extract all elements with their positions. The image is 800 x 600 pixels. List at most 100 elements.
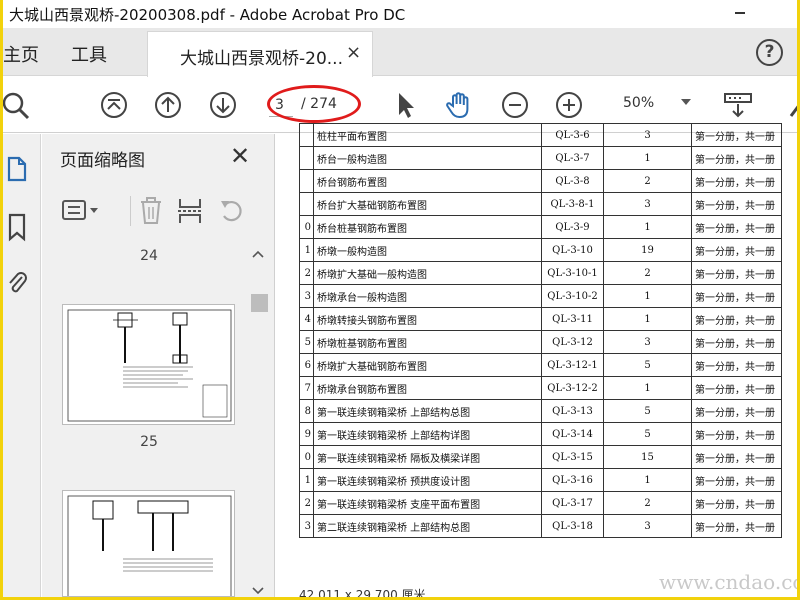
sheet-count: 2 — [603, 491, 692, 515]
sheet-count: 5 — [603, 399, 692, 423]
sheet-count: 19 — [603, 238, 692, 262]
zoom-level[interactable]: 50% — [623, 95, 654, 111]
title-bar: 大城山西景观桥-20200308.pdf - Adobe Acrobat Pro… — [3, 0, 797, 28]
sheet-count: 5 — [603, 353, 692, 377]
tab-home[interactable]: 主页 — [3, 41, 39, 67]
drawing-thumbnail — [67, 309, 232, 422]
volume-note: 第一分册，共一册 — [691, 422, 782, 446]
volume-note: 第一分册，共一册 — [691, 192, 782, 216]
scroll-down-icon[interactable] — [252, 587, 264, 595]
drawing-code: QL-3-17 — [541, 491, 604, 515]
sheet-count: 2 — [603, 261, 692, 285]
thumbnail-page-number: 24 — [140, 248, 158, 264]
zoom-in-icon[interactable] — [554, 90, 584, 120]
split-page-icon[interactable] — [176, 196, 204, 226]
table-row: 1 桥墩一般构造图 QL-3-10 19 第一分册，共一册 — [299, 238, 782, 262]
document-view[interactable]: 桩柱平面布置图 QL-3-6 3 第一分册，共一册 桥台一般构造图 QL-3-7 1 第一分册… — [275, 123, 797, 597]
pencil-icon[interactable] — [783, 90, 797, 120]
drawing-name: 桥墩扩大基础一般构造图 — [313, 261, 542, 285]
row-index: 6 — [299, 353, 314, 377]
row-index: 7 — [299, 376, 314, 400]
tab-document-label: 大城山西景观桥-20... — [180, 49, 343, 69]
attachments-icon[interactable] — [5, 268, 29, 298]
table-row: 2 桥墩扩大基础一般构造图 QL-3-10-1 2 第一分册，共一册 — [299, 261, 782, 285]
drawing-name: 第一联连续钢箱梁桥 上部结构总图 — [313, 399, 542, 423]
scrollbar-thumb[interactable] — [251, 294, 268, 312]
table-row: 6 桥墩扩大基础钢筋布置图 QL-3-12-1 5 第一分册，共一册 — [299, 353, 782, 377]
volume-note: 第一分册，共一册 — [691, 330, 782, 354]
row-index: 5 — [299, 330, 314, 354]
drawing-code: QL-3-10-1 — [541, 261, 604, 285]
table-row: 桥台钢筋布置图 QL-3-8 2 第一分册，共一册 — [299, 169, 782, 193]
drawing-name: 桥墩转接头钢筋布置图 — [313, 307, 542, 331]
page-thumbnail[interactable] — [62, 304, 235, 425]
volume-note: 第一分册，共一册 — [691, 215, 782, 239]
page-thumbnail[interactable] — [62, 490, 235, 597]
drawing-name: 桩柱平面布置图 — [313, 123, 542, 147]
toolbar-divider — [130, 196, 131, 226]
close-pane-icon[interactable]: ✕ — [230, 142, 250, 170]
bookmarks-icon[interactable] — [5, 212, 29, 242]
volume-note: 第一分册，共一册 — [691, 491, 782, 515]
volume-note: 第一分册，共一册 — [691, 445, 782, 469]
tab-tools[interactable]: 工具 — [71, 41, 107, 67]
drawing-code: QL-3-12-2 — [541, 376, 604, 400]
drawing-name: 桥墩承台钢筋布置图 — [313, 376, 542, 400]
drawing-code: QL-3-6 — [541, 123, 604, 147]
sheet-count: 1 — [603, 284, 692, 308]
row-index: 4 — [299, 307, 314, 331]
drawing-thumbnail — [67, 495, 232, 596]
volume-note: 第一分册，共一册 — [691, 514, 782, 538]
scroll-mode-icon[interactable] — [723, 90, 753, 120]
tab-bar: 主页 工具 大城山西景观桥-20... × ? — [3, 28, 797, 77]
table-row: 3 桥墩承台一般构造图 QL-3-10-2 1 第一分册，共一册 — [299, 284, 782, 308]
sheet-count: 3 — [603, 330, 692, 354]
sheet-count: 3 — [603, 514, 692, 538]
sheet-count: 3 — [603, 192, 692, 216]
volume-note: 第一分册，共一册 — [691, 468, 782, 492]
drawing-name: 第一联连续钢箱梁桥 上部结构详图 — [313, 422, 542, 446]
drawing-code: QL-3-7 — [541, 146, 604, 170]
options-menu-icon[interactable] — [62, 198, 102, 224]
drawing-code: QL-3-11 — [541, 307, 604, 331]
tab-document[interactable]: 大城山西景观桥-20... × — [147, 31, 373, 77]
drawing-code: QL-3-18 — [541, 514, 604, 538]
red-annotation-ellipse — [267, 85, 361, 123]
drawing-code: QL-3-12 — [541, 330, 604, 354]
page-size-status: 42.011 x 29.700 厘米 — [299, 588, 426, 597]
close-tab-icon[interactable]: × — [346, 42, 361, 63]
thumbnail-pane: 页面缩略图 ✕ 24 25 — [42, 134, 275, 597]
drawing-name: 桥墩桩基钢筋布置图 — [313, 330, 542, 354]
delete-page-icon[interactable] — [138, 196, 164, 226]
volume-note: 第一分册，共一册 — [691, 399, 782, 423]
drawing-index-table: 桩柱平面布置图 QL-3-6 3 第一分册，共一册 桥台一般构造图 QL-3-7 1 第一分册… — [299, 123, 782, 538]
help-icon[interactable]: ? — [756, 39, 783, 66]
sheet-count: 1 — [603, 468, 692, 492]
rotate-icon[interactable] — [218, 196, 246, 226]
drawing-name: 第二联连续钢箱梁桥 上部结构总图 — [313, 514, 542, 538]
sheet-count: 15 — [603, 445, 692, 469]
row-index: 9 — [299, 422, 314, 446]
page-thumbnails-icon[interactable] — [5, 154, 29, 184]
next-page-icon[interactable] — [208, 90, 238, 120]
drawing-code: QL-3-8-1 — [541, 192, 604, 216]
prev-page-icon[interactable] — [153, 90, 183, 120]
hand-tool-icon[interactable] — [444, 90, 474, 120]
select-arrow-icon[interactable] — [391, 90, 421, 120]
drawing-name: 桥墩扩大基础钢筋布置图 — [313, 353, 542, 377]
minimize-icon[interactable] — [735, 12, 745, 14]
row-index: 3 — [299, 284, 314, 308]
zoom-dropdown-icon[interactable] — [681, 99, 691, 105]
first-page-icon[interactable] — [99, 90, 129, 120]
scroll-up-icon[interactable] — [252, 250, 264, 258]
drawing-code: QL-3-12-1 — [541, 353, 604, 377]
drawing-code: QL-3-10 — [541, 238, 604, 262]
zoom-out-icon[interactable] — [500, 90, 530, 120]
drawing-code: QL-3-16 — [541, 468, 604, 492]
table-row: 3 第二联连续钢箱梁桥 上部结构总图 QL-3-18 3 第一分册，共一册 — [299, 514, 782, 538]
search-icon[interactable] — [3, 90, 33, 120]
sheet-count: 2 — [603, 169, 692, 193]
table-row: 7 桥墩承台钢筋布置图 QL-3-12-2 1 第一分册，共一册 — [299, 376, 782, 400]
navigation-rail — [3, 134, 41, 597]
table-row: 2 第一联连续钢箱梁桥 支座平面布置图 QL-3-17 2 第一分册，共一册 — [299, 491, 782, 515]
